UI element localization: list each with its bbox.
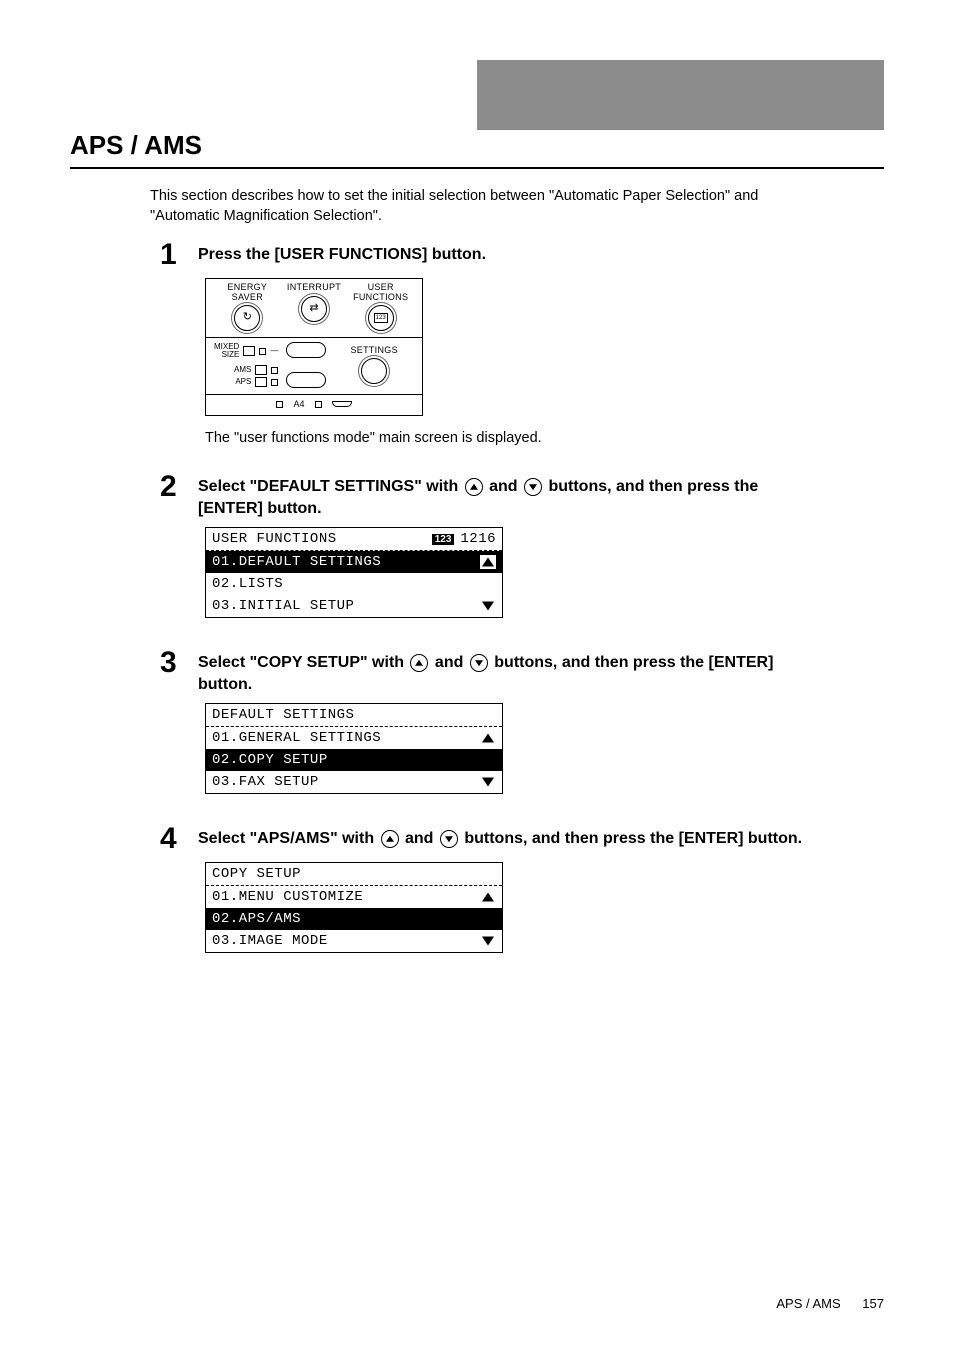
- scroll-up-icon: [480, 731, 496, 745]
- led-indicator: [276, 401, 283, 408]
- lcd-title: USER FUNCTIONS: [212, 531, 337, 547]
- ams-icon: [255, 365, 267, 375]
- up-icon: [410, 654, 428, 672]
- step-1: 1 Press the [USER FUNCTIONS] button.: [160, 240, 884, 270]
- step-number: 4: [160, 824, 190, 854]
- scroll-up-icon: [480, 890, 496, 904]
- lcd-item[interactable]: 03.INITIAL SETUP: [212, 598, 354, 614]
- lcd-title: DEFAULT SETTINGS: [212, 707, 354, 723]
- settings-label: SETTINGS: [350, 346, 397, 355]
- footer-section: APS / AMS: [776, 1296, 840, 1311]
- aps-icon: [255, 377, 267, 387]
- up-icon: [465, 478, 483, 496]
- user-functions-button[interactable]: 123: [368, 305, 394, 331]
- step-number: 3: [160, 648, 190, 678]
- down-icon: [524, 478, 542, 496]
- led-indicator: [271, 367, 278, 374]
- lcd-item[interactable]: 02.COPY SETUP: [212, 752, 328, 768]
- header-band: [70, 60, 884, 130]
- down-icon: [470, 654, 488, 672]
- scroll-down-icon: [480, 775, 496, 789]
- ams-label: AMS: [234, 366, 251, 374]
- paper-size-label: A4: [293, 399, 304, 409]
- down-icon: [440, 830, 458, 848]
- lcd-item[interactable]: 03.FAX SETUP: [212, 774, 319, 790]
- page-title: APS / AMS: [70, 130, 884, 169]
- step-instruction: Select "DEFAULT SETTINGS" with and butto…: [198, 472, 818, 519]
- step-2: 2 Select "DEFAULT SETTINGS" with and but…: [160, 472, 884, 519]
- lcd-clock: 1216: [460, 531, 496, 547]
- mixed-size-icon: [243, 346, 255, 356]
- interrupt-button[interactable]: ⇄: [301, 296, 327, 322]
- aps-label: APS: [235, 378, 251, 386]
- step-number: 2: [160, 472, 190, 502]
- scroll-down-icon: [480, 934, 496, 948]
- step-3: 3 Select "COPY SETUP" with and buttons, …: [160, 648, 884, 695]
- interrupt-label: INTERRUPT: [287, 283, 341, 292]
- up-icon: [381, 830, 399, 848]
- lcd-item[interactable]: 02.LISTS: [212, 576, 283, 592]
- step-instruction: Select "COPY SETUP" with and buttons, an…: [198, 648, 818, 695]
- mixed-size-label: MIXED SIZE: [214, 343, 239, 360]
- mixed-size-button[interactable]: [286, 342, 326, 358]
- step-instruction: Select "APS/AMS" with and buttons, and t…: [198, 824, 802, 850]
- energy-saver-label: ENERGY SAVER: [227, 283, 267, 302]
- lcd-item[interactable]: 01.DEFAULT SETTINGS: [212, 554, 381, 570]
- lcd-screen-copy-setup: COPY SETUP 01.MENU CUSTOMIZE 02.APS/AMS …: [205, 862, 503, 953]
- lcd-title: COPY SETUP: [212, 866, 301, 882]
- user-functions-label: USER FUNCTIONS: [353, 283, 408, 302]
- scroll-down-icon: [480, 599, 496, 613]
- step-1-note: The "user functions mode" main screen is…: [205, 430, 884, 446]
- lcd-item[interactable]: 01.MENU CUSTOMIZE: [212, 889, 363, 905]
- led-indicator: [259, 348, 266, 355]
- energy-saver-button[interactable]: ↻: [234, 305, 260, 331]
- lcd-screen-default-settings: DEFAULT SETTINGS 01.GENERAL SETTINGS 02.…: [205, 703, 503, 794]
- page-footer: APS / AMS 157: [776, 1296, 884, 1311]
- mode-icon: 123: [432, 534, 455, 545]
- step-4: 4 Select "APS/AMS" with and buttons, and…: [160, 824, 884, 854]
- step-instruction: Press the [USER FUNCTIONS] button.: [198, 240, 486, 266]
- tray-icon: [332, 401, 352, 407]
- page-number: 157: [862, 1296, 884, 1311]
- intro-text: This section describes how to set the in…: [150, 187, 790, 226]
- lcd-screen-user-functions: USER FUNCTIONS 123 1216 01.DEFAULT SETTI…: [205, 527, 503, 618]
- scroll-up-icon: [480, 555, 496, 569]
- settings-button[interactable]: [361, 358, 387, 384]
- led-indicator: [315, 401, 322, 408]
- led-indicator: [271, 379, 278, 386]
- control-panel-figure: ENERGY SAVER ↻ INTERRUPT ⇄ USER FUNCTION…: [205, 278, 423, 416]
- lcd-item[interactable]: 01.GENERAL SETTINGS: [212, 730, 381, 746]
- lcd-item[interactable]: 02.APS/AMS: [212, 911, 301, 927]
- lcd-item[interactable]: 03.IMAGE MODE: [212, 933, 328, 949]
- step-number: 1: [160, 240, 190, 270]
- aps-ams-button[interactable]: [286, 372, 326, 388]
